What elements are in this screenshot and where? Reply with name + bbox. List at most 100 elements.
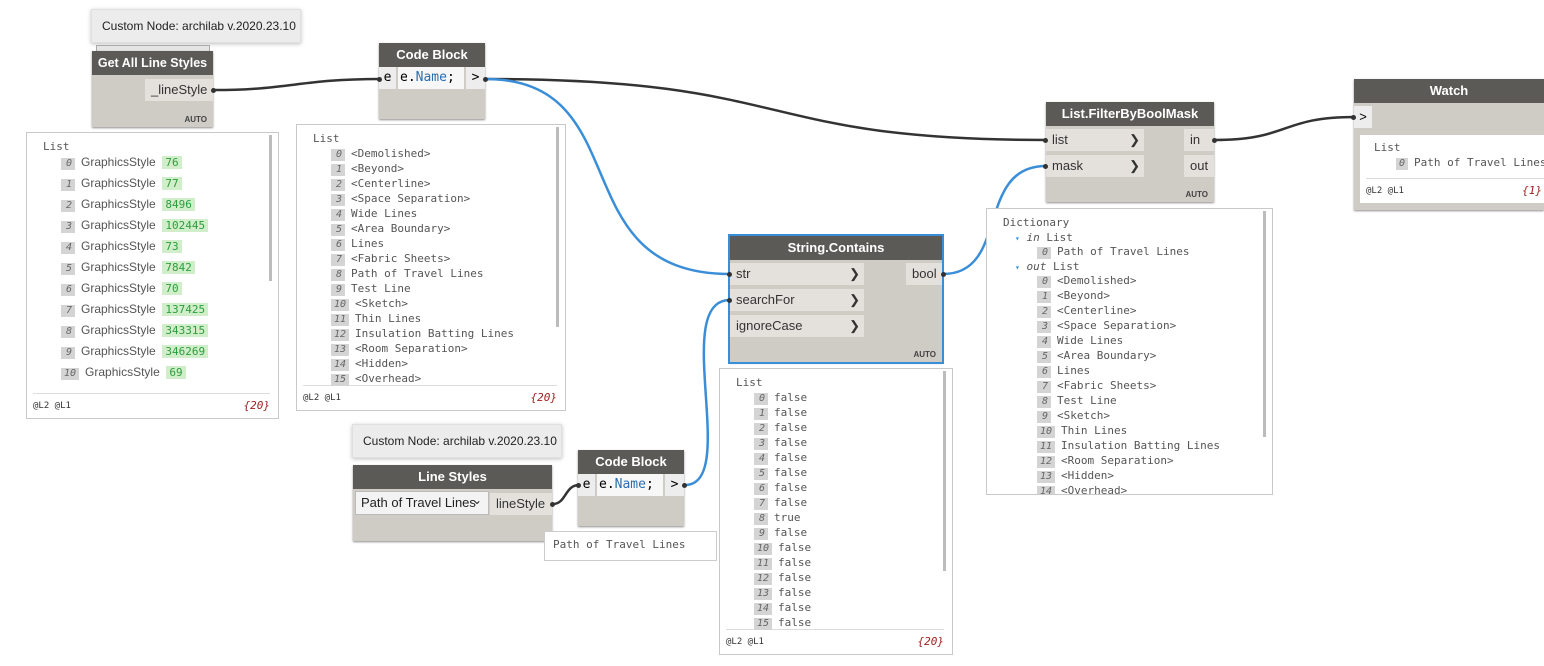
filter-by-bool-mask-node[interactable]: List.FilterByBoolMask list ❯ mask ❯ in out… [1046, 102, 1214, 202]
watch-preview[interactable]: List @L2 @L1 {1} 0 Path of Travel Lines [1360, 135, 1544, 203]
list-item: 4 false [754, 450, 807, 465]
line-styles-node[interactable]: Line Styles Path of Travel Lines ⌄ lineS… [353, 465, 552, 541]
list-index: 11 [754, 558, 773, 570]
preview-scrollbar[interactable] [943, 371, 946, 571]
list-item-value: false [778, 571, 812, 584]
code-editor[interactable]: e.Name; [597, 474, 663, 496]
preview-scrollbar[interactable] [1263, 211, 1266, 437]
node-title: Code Block [578, 450, 684, 474]
wire-linestyle-to-code1[interactable] [213, 77, 381, 92]
input-dot [576, 483, 581, 488]
preview-scrollbar[interactable] [556, 127, 559, 327]
string-contains-preview[interactable]: List @L2 @L1 {20} 0 false 1 false 2 false 3 fals… [719, 368, 953, 655]
code-variable: e. [400, 70, 416, 85]
list-item-value: <Area Boundary> [1057, 349, 1157, 362]
list-index: 0 [331, 149, 345, 161]
preview-list-title: List [313, 132, 340, 145]
string-contains-node[interactable]: String.Contains str ❯ searchFor ❯ ignoreCa… [728, 234, 944, 364]
list-index: 14 [1037, 486, 1056, 494]
input-port-str[interactable]: str ❯ [730, 263, 864, 285]
node-title: Get All Line Styles [92, 51, 213, 75]
list-item: 2 <Centerline> [1037, 303, 1136, 318]
list-item-value: Insulation Batting Lines [355, 327, 514, 340]
list-index: 10 [331, 299, 350, 311]
preview-dictionary-title: Dictionary [1003, 216, 1070, 229]
list-item-value: <Sketch> [1057, 409, 1110, 422]
list-item-value: <Hidden> [355, 357, 409, 370]
list-item-value: false [778, 586, 812, 599]
code-block-node-2[interactable]: Code Block e e.Name; > [578, 450, 684, 526]
list-item-id: 8496 [162, 198, 195, 211]
node-title: Line Styles [353, 465, 552, 489]
output-port-in[interactable]: in [1184, 129, 1214, 151]
get-all-line-styles-node[interactable]: Get All Line Styles _lineStyle AUTO [92, 51, 213, 127]
get-all-preview[interactable]: List @L2 @L1 {20} 0 GraphicsStyle 76 1 Graph… [26, 132, 279, 419]
list-item: 5 GraphicsStyle 7842 [61, 260, 195, 275]
input-port-searchfor[interactable]: searchFor ❯ [730, 289, 864, 311]
list-item-value: <Space Separation> [1057, 319, 1177, 332]
list-item: 0 false [754, 390, 807, 405]
list-item: 1 GraphicsStyle 77 [61, 176, 182, 191]
input-port-mask[interactable]: mask ❯ [1046, 155, 1144, 177]
list-item-type: GraphicsStyle [81, 218, 156, 232]
code-variable: e. [599, 477, 615, 492]
list-item-type: GraphicsStyle [81, 260, 156, 274]
list-item-type: GraphicsStyle [81, 239, 156, 253]
code-block-preview[interactable]: List @L2 @L1 {20} 0 <Demolished> 1 <Beyond> 2… [296, 124, 566, 411]
list-index: 2 [61, 200, 75, 212]
preview-footer: @L2 @L1 {20} [303, 385, 557, 410]
list-item-value: Test Line [1057, 394, 1117, 407]
list-item-value: false [774, 451, 808, 464]
chevron-right-icon: ❯ [1129, 158, 1140, 173]
preview-footer: @L2 @L1 {1} [1366, 178, 1544, 203]
input-port-ignorecase[interactable]: ignoreCase ❯ [730, 315, 864, 337]
list-item: 8 Path of Travel Lines [331, 266, 483, 281]
list-index: 13 [754, 588, 773, 600]
input-dot [377, 77, 382, 82]
list-item-value: Path of Travel Lines [351, 267, 484, 280]
list-item: 8 GraphicsStyle 343315 [61, 323, 209, 338]
list-item-value: <Overhead> [355, 372, 422, 385]
list-item: 12 <Room Separation> [1037, 453, 1174, 468]
list-item: 0 Path of Travel Lines [1396, 155, 1544, 170]
list-index: 0 [1037, 247, 1051, 259]
list-index: 8 [1037, 396, 1051, 408]
list-index: 0 [754, 393, 768, 405]
output-dot [550, 502, 555, 507]
lacing-badge: AUTO [1185, 190, 1208, 199]
list-item-value: <Demolished> [351, 147, 431, 160]
output-port-bool[interactable]: bool [906, 263, 942, 285]
line-style-dropdown[interactable]: Path of Travel Lines ⌄ [355, 491, 489, 515]
list-item-value: Lines [351, 237, 385, 250]
wire-code1-to-filter-list[interactable] [484, 77, 1047, 142]
wire-linestyles-to-code2[interactable] [552, 483, 580, 506]
preview-scrollbar[interactable] [269, 135, 272, 281]
output-port-out[interactable]: out [1184, 155, 1214, 177]
list-item: 6 Lines [1037, 363, 1090, 378]
watch-node[interactable]: Watch > List @L2 @L1 {1} 0 Path of Travel… [1354, 79, 1544, 210]
code-editor[interactable]: e.Name; [398, 67, 464, 89]
list-item-value: false [774, 496, 808, 509]
code-block-node[interactable]: Code Block e e.Name; > [379, 43, 485, 119]
output-port-linestyle[interactable]: lineStyle [490, 493, 552, 515]
list-index: 3 [754, 438, 768, 450]
output-port-linestyle[interactable]: _lineStyle [145, 79, 213, 101]
wire-filter-to-watch[interactable] [1213, 115, 1356, 142]
list-index: 8 [331, 269, 345, 281]
list-item: 3 <Space Separation> [331, 191, 470, 206]
filter-preview[interactable]: Dictionary ▾ in List 0 Path of Travel Line… [986, 208, 1273, 495]
custom-node-tooltip-2: Custom Node: archilab v.2020.23.10 [352, 424, 562, 458]
list-item-value: <Sketch> [355, 297, 409, 310]
list-index: 3 [61, 221, 75, 233]
list-item-type: GraphicsStyle [81, 323, 156, 337]
list-item-value: <Overhead> [1061, 484, 1128, 495]
list-item-type: GraphicsStyle [81, 176, 156, 190]
custom-node-tooltip: Custom Node: archilab v.2020.23.10 [91, 9, 301, 43]
list-item-value: Thin Lines [1061, 424, 1128, 437]
input-port-list[interactable]: list ❯ [1046, 129, 1144, 151]
list-item-id: 70 [162, 282, 182, 295]
input-port[interactable]: > [1354, 106, 1372, 128]
list-item: 9 false [754, 525, 807, 540]
list-item-id: 343315 [162, 324, 209, 337]
dict-key-in: in [1026, 231, 1040, 244]
